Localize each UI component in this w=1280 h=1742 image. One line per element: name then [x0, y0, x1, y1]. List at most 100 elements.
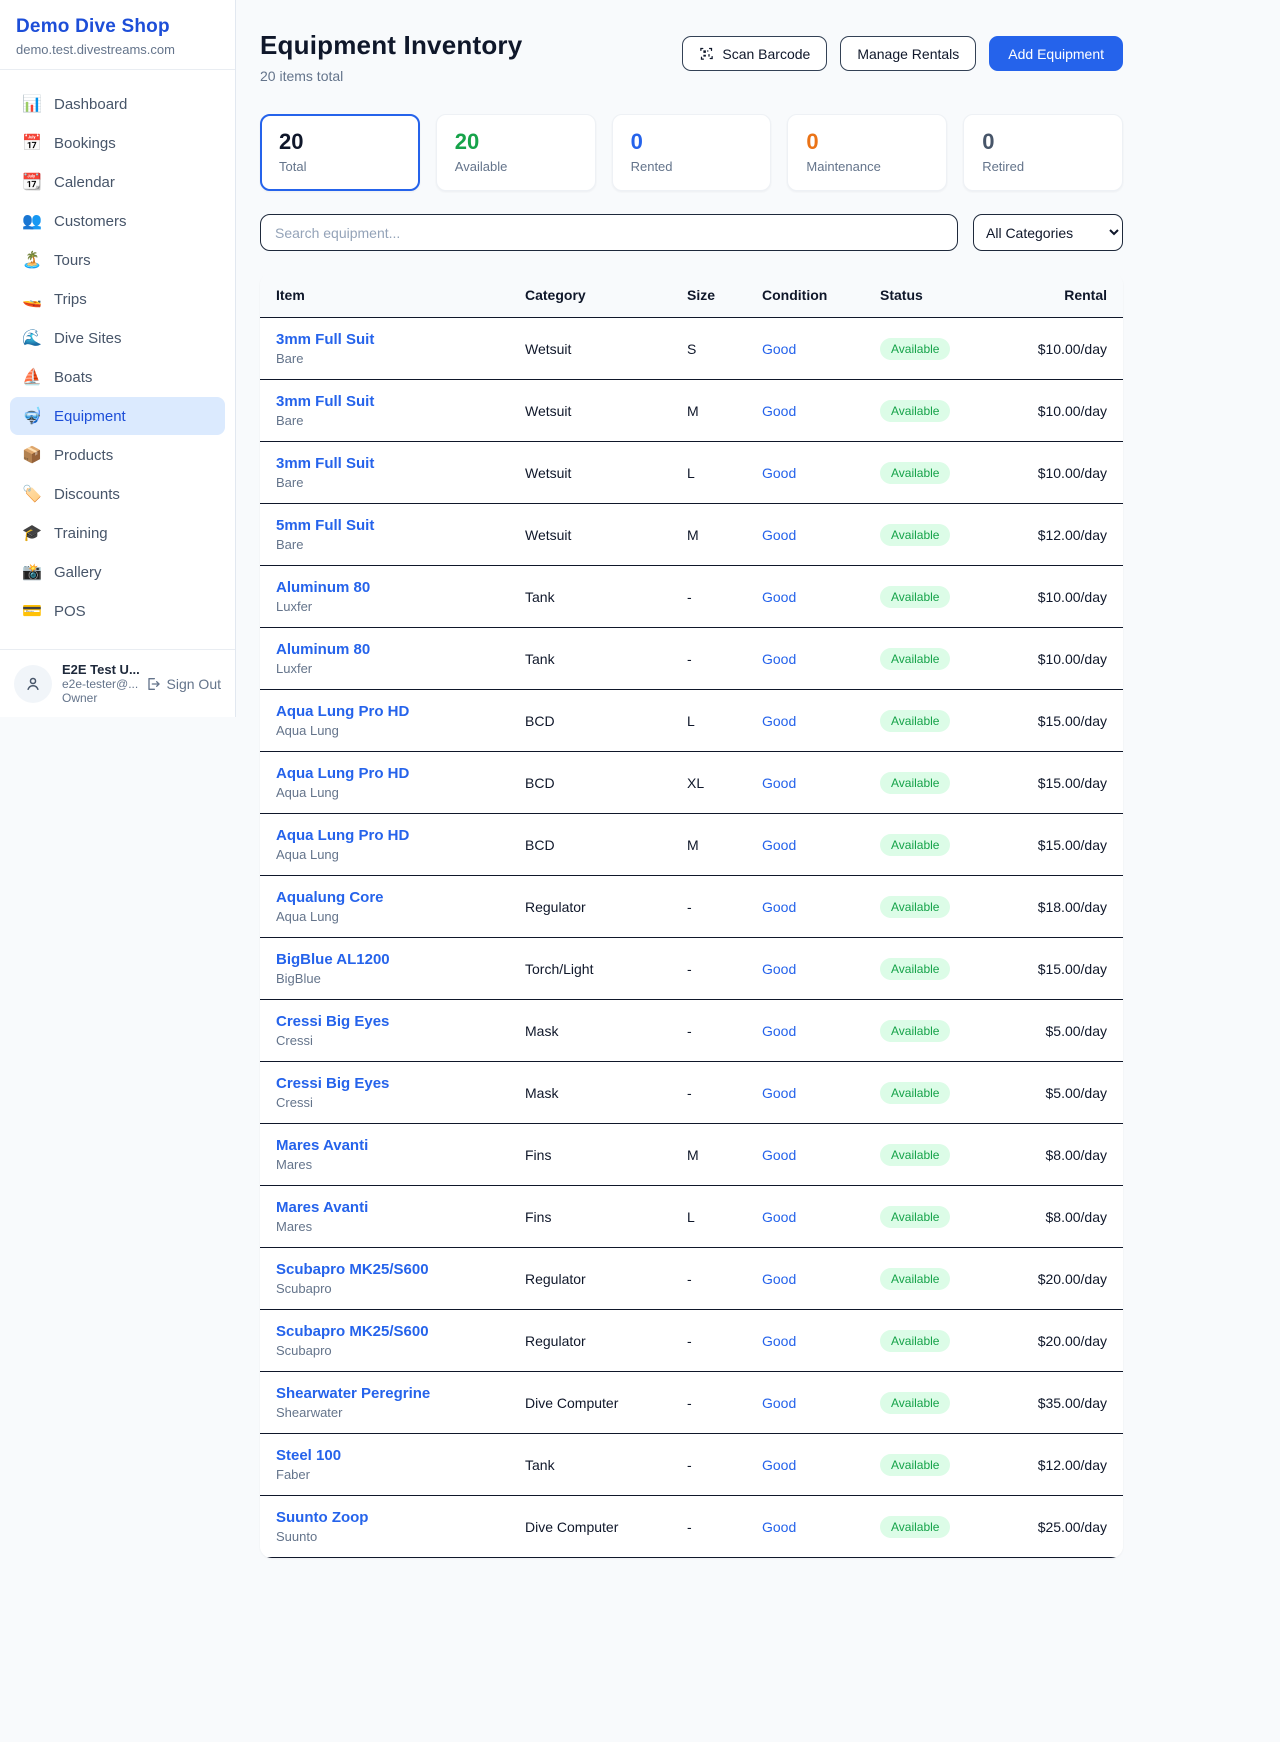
condition-link[interactable]: Good	[762, 1519, 880, 1535]
item-name-link[interactable]: 3mm Full Suit	[276, 455, 525, 472]
rental-price: $20.00/day	[1010, 1333, 1107, 1349]
sidebar-nav-item[interactable]: 📦 Products	[10, 436, 225, 474]
sidebar-nav-item[interactable]: 🏝️ Tours	[10, 241, 225, 279]
nav-item-label: Discounts	[54, 486, 120, 503]
condition-link[interactable]: Good	[762, 1457, 880, 1473]
brand-block: Demo Dive Shop demo.test.divestreams.com	[0, 0, 235, 70]
item-name-link[interactable]: Mares Avanti	[276, 1137, 525, 1154]
item-name-link[interactable]: Shearwater Peregrine	[276, 1385, 525, 1402]
condition-link[interactable]: Good	[762, 713, 880, 729]
condition-link[interactable]: Good	[762, 899, 880, 915]
category-cell: Regulator	[525, 1333, 687, 1349]
condition-link[interactable]: Good	[762, 837, 880, 853]
condition-link[interactable]: Good	[762, 465, 880, 481]
item-name-link[interactable]: Steel 100	[276, 1447, 525, 1464]
sidebar-nav-item[interactable]: 🏷️ Discounts	[10, 475, 225, 513]
manage-rentals-button[interactable]: Manage Rentals	[840, 36, 976, 71]
condition-link[interactable]: Good	[762, 1023, 880, 1039]
sidebar-nav-item[interactable]: 🎓 Training	[10, 514, 225, 552]
user-role: Owner	[62, 691, 135, 705]
size-cell: L	[687, 713, 762, 729]
category-cell: Fins	[525, 1209, 687, 1225]
item-name-link[interactable]: Aluminum 80	[276, 641, 525, 658]
item-name-link[interactable]: Cressi Big Eyes	[276, 1075, 525, 1092]
table-row: Aqualung Core Aqua Lung Regulator - Good…	[260, 876, 1123, 938]
item-cell: 3mm Full Suit Bare	[276, 331, 525, 366]
add-equipment-button[interactable]: Add Equipment	[989, 36, 1123, 71]
condition-link[interactable]: Good	[762, 341, 880, 357]
stat-card[interactable]: 0 Retired	[963, 114, 1123, 191]
sidebar-nav-item[interactable]: 📅 Bookings	[10, 124, 225, 162]
search-input[interactable]	[260, 214, 958, 251]
condition-link[interactable]: Good	[762, 651, 880, 667]
sidebar-nav-item[interactable]: 📆 Calendar	[10, 163, 225, 201]
table-row: Aluminum 80 Luxfer Tank - Good Available…	[260, 628, 1123, 690]
item-name-link[interactable]: Aqua Lung Pro HD	[276, 703, 525, 720]
sidebar-nav-item[interactable]: 🤿 Equipment	[10, 397, 225, 435]
condition-link[interactable]: Good	[762, 961, 880, 977]
status-badge: Available	[880, 648, 950, 670]
condition-link[interactable]: Good	[762, 775, 880, 791]
stat-card[interactable]: 20 Available	[436, 114, 596, 191]
item-name-link[interactable]: 3mm Full Suit	[276, 331, 525, 348]
sidebar-nav-item[interactable]: 👥 Customers	[10, 202, 225, 240]
stat-card[interactable]: 0 Maintenance	[787, 114, 947, 191]
status-badge: Available	[880, 338, 950, 360]
table-row: 3mm Full Suit Bare Wetsuit S Good Availa…	[260, 318, 1123, 380]
size-cell: M	[687, 837, 762, 853]
sidebar-nav-item[interactable]: 🌊 Dive Sites	[10, 319, 225, 357]
stat-label: Retired	[982, 159, 1104, 174]
stat-card[interactable]: 20 Total	[260, 114, 420, 191]
item-brand: Bare	[276, 351, 525, 366]
item-name-link[interactable]: Scubapro MK25/S600	[276, 1261, 525, 1278]
item-name-link[interactable]: Suunto Zoop	[276, 1509, 525, 1526]
condition-link[interactable]: Good	[762, 1085, 880, 1101]
item-name-link[interactable]: BigBlue AL1200	[276, 951, 525, 968]
condition-link[interactable]: Good	[762, 1209, 880, 1225]
item-name-link[interactable]: Aqua Lung Pro HD	[276, 827, 525, 844]
status-cell: Available	[880, 1330, 1010, 1352]
column-header-size: Size	[687, 287, 762, 303]
table-body: 3mm Full Suit Bare Wetsuit S Good Availa…	[260, 318, 1123, 1558]
sidebar-nav-item[interactable]: 📸 Gallery	[10, 553, 225, 591]
condition-link[interactable]: Good	[762, 1395, 880, 1411]
category-filter-select[interactable]: All Categories	[973, 214, 1123, 251]
condition-link[interactable]: Good	[762, 1147, 880, 1163]
item-name-link[interactable]: Aluminum 80	[276, 579, 525, 596]
rental-price: $15.00/day	[1010, 961, 1107, 977]
size-cell: -	[687, 1395, 762, 1411]
sidebar-nav-item[interactable]: ⛵ Boats	[10, 358, 225, 396]
item-cell: Aqua Lung Pro HD Aqua Lung	[276, 765, 525, 800]
sidebar-nav-item[interactable]: 🚤 Trips	[10, 280, 225, 318]
sidebar-nav-item[interactable]: 📊 Dashboard	[10, 85, 225, 123]
sign-out-button[interactable]: Sign Out	[145, 676, 221, 692]
column-header-category: Category	[525, 287, 687, 303]
table-row: Cressi Big Eyes Cressi Mask - Good Avail…	[260, 1062, 1123, 1124]
item-name-link[interactable]: Mares Avanti	[276, 1199, 525, 1216]
stat-card[interactable]: 0 Rented	[612, 114, 772, 191]
rental-price: $5.00/day	[1010, 1085, 1107, 1101]
item-cell: BigBlue AL1200 BigBlue	[276, 951, 525, 986]
stat-label: Rented	[631, 159, 753, 174]
item-name-link[interactable]: Aqua Lung Pro HD	[276, 765, 525, 782]
page-title: Equipment Inventory	[260, 30, 522, 61]
rental-price: $18.00/day	[1010, 899, 1107, 915]
condition-link[interactable]: Good	[762, 527, 880, 543]
scan-barcode-button[interactable]: Scan Barcode	[682, 36, 827, 71]
item-name-link[interactable]: Aqualung Core	[276, 889, 525, 906]
column-header-rental: Rental	[1010, 287, 1107, 303]
condition-link[interactable]: Good	[762, 589, 880, 605]
status-cell: Available	[880, 462, 1010, 484]
condition-link[interactable]: Good	[762, 403, 880, 419]
size-cell: M	[687, 527, 762, 543]
item-name-link[interactable]: 5mm Full Suit	[276, 517, 525, 534]
condition-link[interactable]: Good	[762, 1271, 880, 1287]
condition-link[interactable]: Good	[762, 1333, 880, 1349]
brand-name[interactable]: Demo Dive Shop	[16, 16, 219, 38]
sidebar-nav-item[interactable]: 💳 POS	[10, 592, 225, 630]
nav-item-icon: 🏷️	[22, 484, 42, 504]
item-name-link[interactable]: Cressi Big Eyes	[276, 1013, 525, 1030]
item-name-link[interactable]: Scubapro MK25/S600	[276, 1323, 525, 1340]
header-actions: Scan Barcode Manage Rentals Add Equipmen…	[682, 36, 1123, 71]
item-name-link[interactable]: 3mm Full Suit	[276, 393, 525, 410]
